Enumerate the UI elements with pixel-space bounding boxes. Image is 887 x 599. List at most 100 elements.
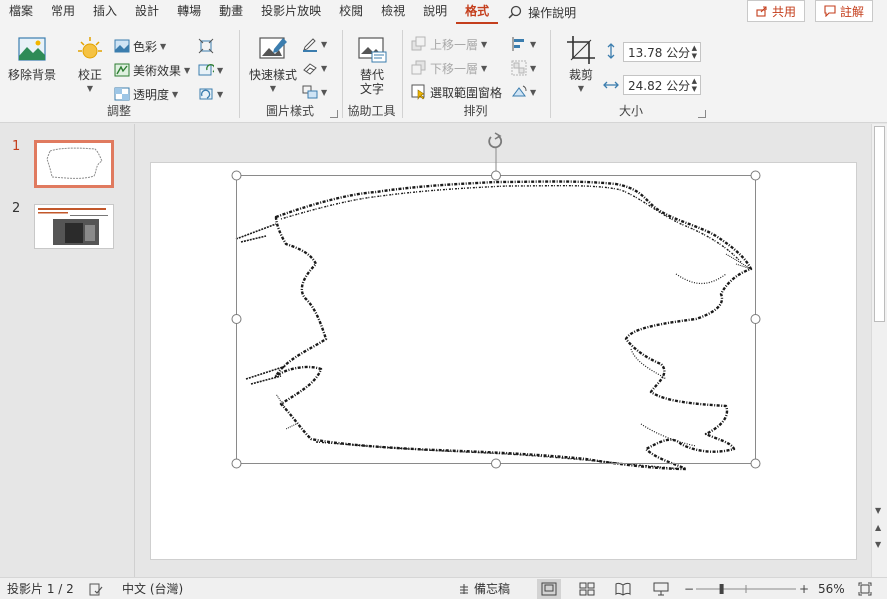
scroll-down-icon[interactable]: ▼: [875, 506, 881, 515]
artistic-effects-button[interactable]: 美術效果 ▼: [114, 60, 190, 80]
picture-layout-button[interactable]: ▼: [302, 82, 327, 102]
reset-picture-button[interactable]: ▼: [198, 84, 223, 104]
alt-text-icon: [358, 37, 387, 63]
chevron-down-icon: ▼: [530, 87, 537, 97]
tab-format[interactable]: 格式: [456, 0, 499, 24]
group-objects-button[interactable]: ▼: [511, 58, 536, 78]
slide-2-preview: [38, 208, 108, 245]
change-picture-icon: [198, 64, 214, 76]
zoom-slider[interactable]: [694, 583, 798, 595]
notes-button[interactable]: 備忘稿: [458, 580, 510, 597]
brush-frame-picture: [235, 180, 753, 471]
group-size-label: 大小: [618, 104, 643, 118]
slide-thumbnail-1[interactable]: [34, 140, 114, 188]
zoom-in-button[interactable]: +: [799, 582, 809, 596]
resize-handle-bottom: [491, 458, 501, 469]
language-indicator[interactable]: 中文 (台灣): [122, 580, 183, 597]
bring-forward-label: 上移一層: [430, 37, 479, 52]
comments-label: 註解: [840, 4, 865, 19]
transparency-icon: [114, 87, 130, 101]
normal-view-button[interactable]: [537, 579, 561, 599]
bring-forward-button[interactable]: 上移一層 ▼: [411, 34, 487, 54]
slide-editing-area[interactable]: [136, 124, 871, 577]
scrollbar-thumb[interactable]: [874, 126, 885, 322]
zoom-level[interactable]: 56%: [818, 582, 845, 596]
tab-animations[interactable]: 動畫: [210, 0, 252, 24]
rotate-button[interactable]: ▼: [511, 82, 536, 102]
tab-design[interactable]: 設計: [126, 0, 168, 24]
comments-button[interactable]: 註解: [815, 0, 874, 22]
corrections-label: 校正: [77, 68, 102, 82]
plus-icon: +: [799, 581, 810, 596]
bring-forward-icon: [411, 36, 426, 51]
height-icon: [607, 43, 615, 59]
resize-handles[interactable]: [231, 170, 761, 469]
remove-background-label: 移除背景: [7, 68, 56, 82]
width-field[interactable]: 24.82 公分 ▲ ▼: [623, 75, 701, 95]
remove-background-icon: [18, 37, 46, 61]
slide-sorter-button[interactable]: [575, 579, 599, 599]
language-text: 中文 (台灣): [122, 582, 184, 596]
tell-me-box[interactable]: 操作說明: [498, 4, 576, 21]
crop-button[interactable]: 裁剪 ▼: [563, 34, 599, 96]
remove-background-button[interactable]: 移除背景: [6, 34, 58, 82]
group-accessibility: 替代 文字 協助工具: [343, 28, 400, 120]
chevron-down-icon: ▼: [172, 89, 179, 99]
zoom-out-button[interactable]: −: [684, 582, 694, 596]
compress-pictures-button[interactable]: [198, 36, 214, 56]
sun-icon: [78, 37, 102, 59]
spinner-arrows-icon[interactable]: ▲ ▼: [692, 77, 697, 93]
rotate-handle-icon[interactable]: [488, 132, 503, 149]
tab-file[interactable]: 檔案: [0, 0, 42, 24]
slideshow-view-button[interactable]: [649, 579, 673, 599]
resize-handle-top-left: [231, 170, 242, 181]
tab-home[interactable]: 常用: [42, 0, 84, 24]
picture-border-button[interactable]: ▼: [302, 34, 327, 54]
tab-slideshow[interactable]: 投影片放映: [252, 0, 330, 24]
share-label: 共用: [772, 4, 797, 19]
transparency-button[interactable]: 透明度 ▼: [114, 84, 178, 104]
brush-frame-thumbnail: [46, 147, 103, 179]
group-size: 裁剪 ▼ 13.78 公分 ▲ ▼ 24.82 公分 ▲ ▼ 大小: [551, 28, 711, 120]
color-label: 色彩: [133, 39, 158, 54]
alt-text-button[interactable]: 替代 文字: [351, 34, 393, 96]
height-field[interactable]: 13.78 公分 ▲ ▼: [623, 42, 701, 62]
quick-styles-button[interactable]: 快速樣式 ▼: [248, 34, 298, 96]
vertical-scrollbar[interactable]: ▼ ▲ ▼: [871, 124, 887, 577]
zoom-slider-knob[interactable]: [719, 584, 724, 594]
chevron-down-icon: ▼: [86, 84, 94, 93]
spinner-arrows-icon[interactable]: ▲ ▼: [692, 44, 697, 60]
group-adjust: 移除背景 校正 ▼ 色彩 ▼ 美術效果 ▼ 透明度 ▼ ▼ ▼ 調整: [0, 28, 238, 120]
color-button[interactable]: 色彩 ▼: [114, 36, 166, 56]
group-arrange: 上移一層 ▼ 下移一層 ▼ 選取範圍窗格 ▼ ▼ ▼ 排列: [403, 28, 548, 120]
corrections-button[interactable]: 校正 ▼: [70, 34, 110, 96]
height-value: 13.78 公分: [628, 45, 691, 60]
share-button[interactable]: 共用: [747, 0, 806, 22]
tab-review[interactable]: 校閱: [330, 0, 372, 24]
spelling-check-icon[interactable]: [89, 582, 103, 596]
send-backward-button[interactable]: 下移一層 ▼: [411, 58, 487, 78]
dialog-launcher-icon[interactable]: [330, 110, 338, 118]
group-picture-styles: 快速樣式 ▼ ▼ ▼ ▼ 圖片樣式: [240, 28, 340, 120]
chevron-down-icon: ▼: [321, 87, 328, 97]
tab-insert[interactable]: 插入: [84, 0, 126, 24]
tab-help[interactable]: 說明: [414, 0, 456, 24]
dialog-launcher-icon[interactable]: [698, 110, 706, 118]
resize-handle-bottom-right: [750, 458, 761, 469]
change-picture-button[interactable]: ▼: [198, 60, 223, 80]
tab-view[interactable]: 檢視: [372, 0, 414, 24]
tab-transitions[interactable]: 轉場: [168, 0, 210, 24]
previous-slide-icon[interactable]: ▲: [875, 523, 881, 532]
slide-thumbnail-2[interactable]: [34, 204, 114, 249]
next-slide-icon[interactable]: ▼: [875, 540, 881, 549]
resize-handle-top-right: [750, 170, 761, 181]
fit-slide-button[interactable]: [858, 582, 872, 596]
reading-view-button[interactable]: [611, 579, 635, 599]
picture-effects-button[interactable]: ▼: [302, 58, 327, 78]
align-button[interactable]: ▼: [511, 34, 536, 54]
chevron-down-icon: ▼: [481, 39, 488, 49]
selected-picture[interactable]: [136, 124, 871, 577]
fit-slide-icon: [858, 582, 872, 595]
alt-text-label-1: 替代: [359, 68, 384, 82]
selection-pane-button[interactable]: 選取範圍窗格: [411, 82, 502, 102]
